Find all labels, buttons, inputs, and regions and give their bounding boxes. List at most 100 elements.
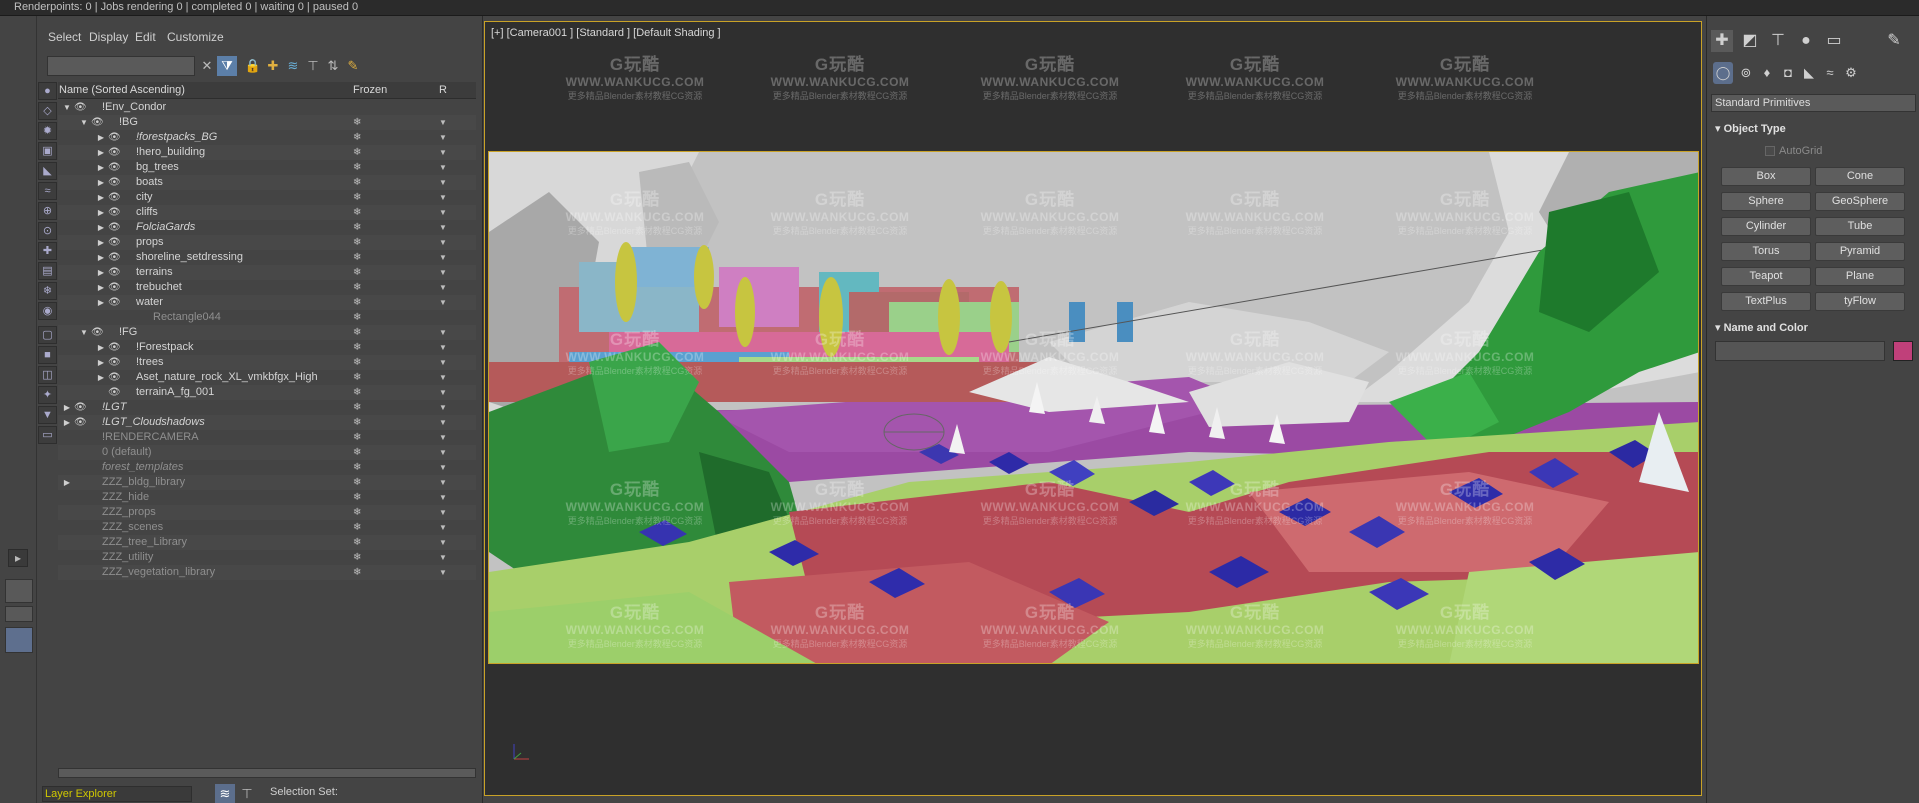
render-toggle-icon[interactable]: ▼ bbox=[439, 130, 447, 145]
search-input[interactable] bbox=[47, 56, 195, 76]
shapes-sub-icon[interactable]: ⊚ bbox=[1736, 62, 1756, 84]
light-filter-icon[interactable]: ✹ bbox=[38, 122, 57, 140]
visibility-eye-icon[interactable]: 👁 bbox=[108, 145, 121, 160]
visibility-eye-icon[interactable]: 👁 bbox=[108, 160, 121, 175]
utilities-tab-icon[interactable]: ✎ bbox=[1883, 30, 1905, 52]
visibility-eye-icon[interactable]: 👁 bbox=[108, 175, 121, 190]
expand-arrow-icon[interactable]: ▶ bbox=[96, 190, 106, 205]
visibility-eye-icon[interactable]: 👁 bbox=[74, 415, 87, 430]
group-filter-icon[interactable]: ⊕ bbox=[38, 202, 57, 220]
expand-arrow-icon[interactable]: ▶ bbox=[96, 145, 106, 160]
tree-row[interactable]: ▶ 👁 terrains ❄ ▼ bbox=[58, 265, 476, 280]
expand-arrow-icon[interactable]: ▶ bbox=[96, 355, 106, 370]
square-icon[interactable]: ■ bbox=[38, 346, 57, 364]
expand-arrow-icon[interactable]: ▶ bbox=[96, 160, 106, 175]
cylinder-button[interactable]: Cylinder bbox=[1721, 217, 1811, 236]
funnel-icon[interactable]: ▼ bbox=[38, 406, 57, 424]
document-icon[interactable]: ▢ bbox=[38, 326, 57, 344]
visibility-eye-icon[interactable]: 👁 bbox=[74, 400, 87, 415]
freeze-icon[interactable]: ❄ bbox=[353, 490, 361, 505]
container-filter-icon[interactable]: ▤ bbox=[38, 262, 57, 280]
display-tab-icon[interactable]: ▭ bbox=[1823, 30, 1845, 52]
light-icon[interactable]: ✦ bbox=[38, 386, 57, 404]
freeze-icon[interactable]: ❄ bbox=[353, 190, 361, 205]
render-toggle-icon[interactable]: ▼ bbox=[439, 505, 447, 520]
tree-row[interactable]: ▼ 👁 !Env_Condor bbox=[58, 100, 476, 115]
tree-row[interactable]: ▶ 👁 !hero_building ❄ ▼ bbox=[58, 145, 476, 160]
expand-arrow-icon[interactable]: ▶ bbox=[96, 265, 106, 280]
tree-row[interactable]: ZZZ_vegetation_library ❄ ▼ bbox=[58, 565, 476, 580]
camera-filter-icon[interactable]: ▣ bbox=[38, 142, 57, 160]
render-toggle-icon[interactable]: ▼ bbox=[439, 280, 447, 295]
freeze-icon[interactable]: ❄ bbox=[353, 550, 361, 565]
layers-icon[interactable]: ≋ bbox=[283, 56, 303, 76]
render-toggle-icon[interactable]: ▼ bbox=[439, 430, 447, 445]
freeze-icon[interactable]: ❄ bbox=[353, 370, 361, 385]
horizontal-scrollbar[interactable] bbox=[58, 768, 476, 778]
expand-arrow-icon[interactable]: ▶ bbox=[62, 475, 72, 490]
tree-row[interactable]: ZZZ_props ❄ ▼ bbox=[58, 505, 476, 520]
geosphere-button[interactable]: GeoSphere bbox=[1815, 192, 1905, 211]
visibility-eye-icon[interactable]: 👁 bbox=[91, 115, 104, 130]
render-toggle-icon[interactable]: ▼ bbox=[439, 535, 447, 550]
freeze-icon[interactable]: ❄ bbox=[353, 535, 361, 550]
tree-row[interactable]: ZZZ_hide ❄ ▼ bbox=[58, 490, 476, 505]
freeze-icon[interactable]: ❄ bbox=[353, 130, 361, 145]
dock-panel-a[interactable] bbox=[5, 579, 33, 603]
render-toggle-icon[interactable]: ▼ bbox=[439, 295, 447, 310]
camera-viewport[interactable]: [+] [Camera001 ] [Standard ] [Default Sh… bbox=[484, 21, 1702, 796]
pyramid-button[interactable]: Pyramid bbox=[1815, 242, 1905, 261]
cameras-sub-icon[interactable]: ◘ bbox=[1778, 62, 1798, 84]
tree-row[interactable]: ▶ ZZZ_bldg_library ❄ ▼ bbox=[58, 475, 476, 490]
object-name-field[interactable] bbox=[1715, 341, 1885, 361]
tree-row[interactable]: forest_templates ❄ ▼ bbox=[58, 460, 476, 475]
name-color-rollout[interactable]: ▾ Name and Color bbox=[1711, 319, 1916, 337]
freeze-icon[interactable]: ❄ bbox=[353, 220, 361, 235]
render-toggle-icon[interactable]: ▼ bbox=[439, 325, 447, 340]
object-type-rollout[interactable]: ▾ Object Type bbox=[1711, 120, 1916, 138]
tree-row[interactable]: Rectangle044 ❄ bbox=[58, 310, 476, 325]
create-tab-icon[interactable]: ✚ bbox=[1711, 30, 1733, 52]
freeze-icon[interactable]: ❄ bbox=[353, 415, 361, 430]
visibility-eye-icon[interactable]: 👁 bbox=[108, 190, 121, 205]
freeze-icon[interactable]: ❄ bbox=[353, 160, 361, 175]
geometry-filter-icon[interactable]: ● bbox=[38, 82, 57, 100]
modify-tab-icon[interactable]: ◩ bbox=[1739, 30, 1761, 52]
layers-toggle-icon[interactable]: ≋ bbox=[215, 784, 235, 803]
expand-arrow-icon[interactable]: ▶ bbox=[96, 370, 106, 385]
layer-explorer-dropdown[interactable]: Layer Explorer bbox=[42, 786, 192, 802]
r-column-header[interactable]: R bbox=[439, 84, 447, 96]
menu-display[interactable]: Display bbox=[89, 30, 128, 44]
tree-row[interactable]: ▶ 👁 water ❄ ▼ bbox=[58, 295, 476, 310]
freeze-icon[interactable]: ❄ bbox=[353, 385, 361, 400]
tree-row[interactable]: !RENDERCAMERA ❄ ▼ bbox=[58, 430, 476, 445]
bone-filter-icon[interactable]: ✚ bbox=[38, 242, 57, 260]
expand-arrow-icon[interactable]: ▶ bbox=[96, 340, 106, 355]
freeze-icon[interactable]: ❄ bbox=[353, 325, 361, 340]
expand-arrow-icon[interactable]: ▶ bbox=[96, 130, 106, 145]
shape-filter-icon[interactable]: ◇ bbox=[38, 102, 57, 120]
tree-row[interactable]: ▶ 👁 trebuchet ❄ ▼ bbox=[58, 280, 476, 295]
textplus-button[interactable]: TextPlus bbox=[1721, 292, 1811, 311]
freeze-icon[interactable]: ❄ bbox=[353, 280, 361, 295]
torus-button[interactable]: Torus bbox=[1721, 242, 1811, 261]
spacewarp-filter-icon[interactable]: ≈ bbox=[38, 182, 57, 200]
hierarchy-icon[interactable]: ⊤ bbox=[303, 56, 323, 76]
expand-arrow-icon[interactable]: ▶ bbox=[62, 415, 72, 430]
freeze-icon[interactable]: ❄ bbox=[353, 310, 361, 325]
tree-row[interactable]: ▶ 👁 shoreline_setdressing ❄ ▼ bbox=[58, 250, 476, 265]
sort-icon[interactable]: ⇅ bbox=[323, 56, 343, 76]
visibility-eye-icon[interactable]: 👁 bbox=[108, 295, 121, 310]
render-toggle-icon[interactable]: ▼ bbox=[439, 250, 447, 265]
expand-arrow-icon[interactable]: ▶ bbox=[96, 235, 106, 250]
visibility-eye-icon[interactable]: 👁 bbox=[108, 250, 121, 265]
visibility-eye-icon[interactable]: 👁 bbox=[108, 130, 121, 145]
render-toggle-icon[interactable]: ▼ bbox=[439, 265, 447, 280]
freeze-icon[interactable]: ❄ bbox=[353, 175, 361, 190]
freeze-icon[interactable]: ❄ bbox=[353, 505, 361, 520]
visibility-eye-icon[interactable]: 👁 bbox=[74, 100, 87, 115]
teapot-button[interactable]: Teapot bbox=[1721, 267, 1811, 286]
tree-row[interactable]: ▶ 👁 !LGT ❄ ▼ bbox=[58, 400, 476, 415]
visibility-eye-icon[interactable]: 👁 bbox=[91, 325, 104, 340]
render-toggle-icon[interactable]: ▼ bbox=[439, 460, 447, 475]
